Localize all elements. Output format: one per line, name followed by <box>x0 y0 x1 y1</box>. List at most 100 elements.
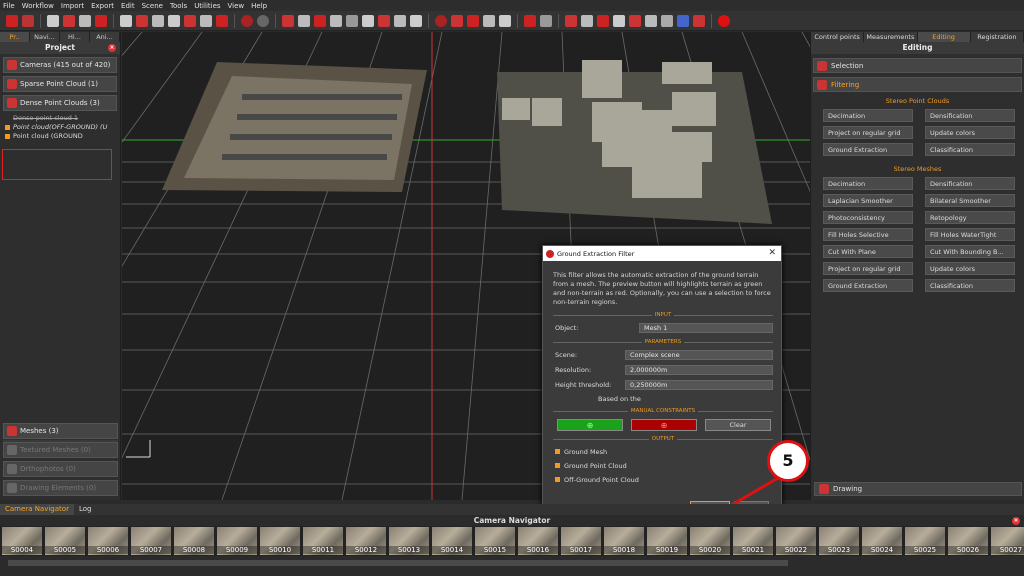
ruler-icon[interactable] <box>597 14 609 27</box>
add-non-terrain-button[interactable]: ⊕ <box>631 419 697 431</box>
sparse-icon[interactable] <box>136 14 148 27</box>
fill-holes-watertight-button[interactable]: Fill Holes WaterTight <box>925 228 1015 241</box>
select-icon[interactable] <box>394 14 406 27</box>
tab-camera-navigator[interactable]: Camera Navigator <box>0 504 74 515</box>
gear-icon[interactable] <box>661 14 673 27</box>
scene-select[interactable]: Complex scene <box>625 350 773 360</box>
fill-holes-selective-button[interactable]: Fill Holes Selective <box>823 228 913 241</box>
camera-thumbnail[interactable]: S0021 <box>733 527 773 555</box>
menu-help[interactable]: Help <box>251 2 267 10</box>
mesh-classification-button[interactable]: Classification <box>925 279 1015 292</box>
mesh-project-regular-grid-button[interactable]: Project on regular grid <box>823 262 913 275</box>
texture-icon[interactable] <box>168 14 180 27</box>
decimation-button[interactable]: Decimation <box>823 109 913 122</box>
measure-icon[interactable] <box>565 14 577 27</box>
camera-thumbnail[interactable]: S0010 <box>260 527 300 555</box>
camera-thumbnail[interactable]: S0004 <box>2 527 42 555</box>
camera-thumbnail[interactable]: S0027 <box>991 527 1024 555</box>
list-item[interactable]: Point cloud (GROUND <box>3 132 117 141</box>
pyramid-icon[interactable] <box>184 14 196 27</box>
close-icon[interactable]: × <box>108 44 116 52</box>
checkbox-icon[interactable] <box>555 449 560 454</box>
meshes-node[interactable]: Meshes (3) <box>3 423 118 439</box>
shape-icon[interactable] <box>410 14 422 27</box>
drawing-elements-node[interactable]: Drawing Elements (0) <box>3 480 118 496</box>
box-icon[interactable] <box>362 14 374 27</box>
camera-thumbnail[interactable]: S0008 <box>174 527 214 555</box>
tab-animation[interactable]: Ani... <box>90 32 120 42</box>
scrollbar-thumb[interactable] <box>8 560 788 566</box>
red-cube-icon[interactable] <box>693 14 705 27</box>
selection-button[interactable]: Selection <box>813 58 1022 73</box>
close-icon[interactable]: ✕ <box>768 248 776 258</box>
menu-workflow[interactable]: Workflow <box>22 2 54 10</box>
tab-navigation[interactable]: Navi... <box>30 32 60 42</box>
open-project-icon[interactable] <box>6 14 18 27</box>
tab-registration[interactable]: Registration <box>971 32 1024 42</box>
camera-thumbnail[interactable]: S0017 <box>561 527 601 555</box>
redo-icon[interactable] <box>540 14 552 27</box>
camera-thumbnail[interactable]: S0006 <box>88 527 128 555</box>
ground-extraction-button[interactable]: Ground Extraction <box>823 143 913 156</box>
cameras-node[interactable]: Cameras (415 out of 420) <box>3 57 117 73</box>
horizontal-scrollbar[interactable] <box>0 556 1024 576</box>
cube-select-icon[interactable] <box>467 14 479 27</box>
undo-icon[interactable] <box>524 14 536 27</box>
tab-control-points[interactable]: Control points <box>811 32 865 42</box>
bilateral-smoother-button[interactable]: Bilateral Smoother <box>925 194 1015 207</box>
resolution-spinbox[interactable]: 2,000000m <box>625 365 773 375</box>
camera-thumbnail[interactable]: S0018 <box>604 527 644 555</box>
densification-button[interactable]: Densification <box>925 109 1015 122</box>
triangle-icon[interactable] <box>298 14 310 27</box>
lasso-icon[interactable] <box>378 14 390 27</box>
sparse-cloud-node[interactable]: Sparse Point Cloud (1) <box>3 76 117 92</box>
checkbox-icon[interactable] <box>555 477 560 482</box>
orthophotos-node[interactable]: Orthophotos (0) <box>3 461 118 477</box>
camera-thumbnail[interactable]: S0013 <box>389 527 429 555</box>
film-icon[interactable] <box>645 14 657 27</box>
output-ground-mesh[interactable]: Ground Mesh <box>555 446 773 457</box>
clear-button[interactable]: Clear <box>705 419 771 431</box>
camera-thumbnail[interactable]: S0015 <box>475 527 515 555</box>
cube-icon[interactable] <box>79 14 91 27</box>
menu-edit[interactable]: Edit <box>121 2 135 10</box>
height-threshold-spinbox[interactable]: 0,250000m <box>625 380 773 390</box>
camera-thumbnail[interactable]: S0022 <box>776 527 816 555</box>
object-select[interactable]: Mesh 1 <box>639 323 773 333</box>
camera-thumbnail[interactable]: S0020 <box>690 527 730 555</box>
bounding-box-icon[interactable] <box>613 14 625 27</box>
filtering-button[interactable]: Filtering <box>813 77 1022 92</box>
camera-icon[interactable] <box>120 14 132 27</box>
warning-icon[interactable] <box>314 14 326 27</box>
camera-thumbnail[interactable]: S0009 <box>217 527 257 555</box>
camera-thumbnail[interactable]: S0012 <box>346 527 386 555</box>
menu-import[interactable]: Import <box>61 2 84 10</box>
tab-measurements[interactable]: Measurements <box>864 32 918 42</box>
tab-log[interactable]: Log <box>74 504 97 515</box>
camera-thumbnail[interactable]: S0014 <box>432 527 472 555</box>
code-icon[interactable] <box>629 14 641 27</box>
window-icon[interactable] <box>483 14 495 27</box>
camera-thumbnail[interactable]: S0023 <box>819 527 859 555</box>
project-regular-grid-button[interactable]: Project on regular grid <box>823 126 913 139</box>
camera-thumbnail[interactable]: S0025 <box>905 527 945 555</box>
menu-view[interactable]: View <box>228 2 245 10</box>
camera-thumbnail[interactable]: S0016 <box>518 527 558 555</box>
mesh-ground-extraction-button[interactable]: Ground Extraction <box>823 279 913 292</box>
camera-thumbnail[interactable]: S0011 <box>303 527 343 555</box>
cut-with-plane-button[interactable]: Cut With Plane <box>823 245 913 258</box>
camera-thumbnail[interactable]: S0026 <box>948 527 988 555</box>
export-icon[interactable] <box>499 14 511 27</box>
laplacian-smoother-button[interactable]: Laplacian Smoother <box>823 194 913 207</box>
mesh-icon[interactable] <box>63 14 75 27</box>
camera-thumbnail[interactable]: S0019 <box>647 527 687 555</box>
new-workflow-icon[interactable] <box>47 14 59 27</box>
menu-file[interactable]: File <box>3 2 15 10</box>
help-icon[interactable] <box>718 14 730 27</box>
dense-clouds-node[interactable]: Dense Point Clouds (3) <box>3 95 117 111</box>
drawing-button[interactable]: Drawing <box>814 482 1022 496</box>
mesh-decimation-button[interactable]: Decimation <box>823 177 913 190</box>
list-item[interactable]: Dense point cloud 1 <box>3 114 117 123</box>
mesh-densification-button[interactable]: Densification <box>925 177 1015 190</box>
camera-thumbnail[interactable]: S0005 <box>45 527 85 555</box>
